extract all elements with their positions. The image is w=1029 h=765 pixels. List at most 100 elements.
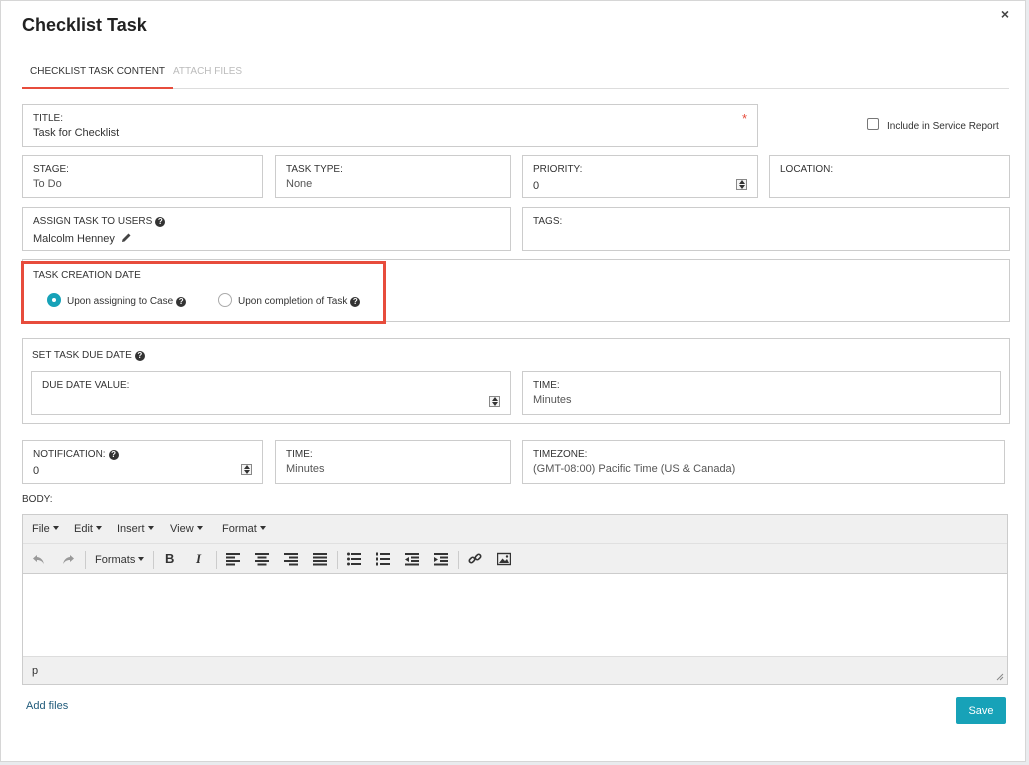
- caret-down-icon: [259, 526, 266, 530]
- stage-field[interactable]: STAGE: To Do: [22, 155, 263, 198]
- caret-down-icon: [138, 557, 145, 561]
- menu-insert-label: Insert: [117, 523, 145, 535]
- include-service-report-checkbox[interactable]: [867, 118, 879, 130]
- priority-field[interactable]: PRIORITY: 0: [522, 155, 758, 198]
- priority-value: 0: [533, 180, 540, 192]
- editor-statusbar: p: [23, 656, 1007, 684]
- link-icon[interactable]: [468, 552, 482, 566]
- caret-down-icon: [147, 526, 154, 530]
- highlight-box: [21, 261, 386, 324]
- location-label: LOCATION:: [780, 164, 834, 175]
- toolbar-separator: [153, 551, 154, 569]
- element-path: p: [32, 665, 39, 677]
- caret-down-icon: [52, 526, 59, 530]
- menu-file[interactable]: File: [32, 523, 59, 535]
- tags-field[interactable]: TAGS:: [522, 207, 1010, 251]
- help-icon[interactable]: ?: [134, 351, 145, 361]
- stage-value: To Do: [33, 178, 62, 190]
- location-field[interactable]: LOCATION:: [769, 155, 1010, 198]
- task-type-label: TASK TYPE:: [286, 164, 343, 175]
- task-type-value: None: [286, 178, 313, 190]
- body-label: BODY:: [22, 494, 53, 505]
- help-icon[interactable]: ?: [108, 450, 119, 460]
- stage-label: STAGE:: [33, 164, 69, 175]
- align-left-icon[interactable]: [226, 552, 240, 566]
- indent-icon[interactable]: [434, 552, 448, 566]
- notification-time-field[interactable]: TIME: Minutes: [275, 440, 511, 484]
- menu-insert[interactable]: Insert: [117, 523, 154, 535]
- caret-down-icon: [95, 526, 102, 530]
- bold-button[interactable]: B: [165, 551, 174, 567]
- assign-users-label: ASSIGN TASK TO USERS: [33, 216, 153, 227]
- redo-icon[interactable]: [61, 552, 75, 566]
- checklist-task-dialog: Checklist Task × CHECKLIST TASK CONTENT …: [0, 0, 1026, 762]
- menu-edit-label: Edit: [74, 523, 93, 535]
- align-center-icon[interactable]: [255, 552, 269, 566]
- undo-icon[interactable]: [32, 552, 46, 566]
- notification-label-wrap: NOTIFICATION:?: [33, 449, 119, 460]
- bullet-list-icon[interactable]: [347, 552, 361, 566]
- timezone-field[interactable]: TIMEZONE: (GMT-08:00) Pacific Time (US &…: [522, 440, 1005, 484]
- editor-content-area[interactable]: [23, 574, 1007, 656]
- notification-label: NOTIFICATION:: [33, 449, 106, 460]
- menu-format[interactable]: Format: [222, 523, 266, 535]
- priority-stepper[interactable]: [736, 179, 747, 190]
- close-icon[interactable]: ×: [1001, 6, 1009, 22]
- due-date-value-label: DUE DATE VALUE:: [42, 380, 130, 391]
- timezone-label: TIMEZONE:: [533, 449, 588, 460]
- align-justify-icon[interactable]: [313, 552, 327, 566]
- title-field[interactable]: TITLE: Task for Checklist *: [22, 104, 758, 147]
- save-button[interactable]: Save: [956, 697, 1006, 724]
- assign-users-field[interactable]: ASSIGN TASK TO USERS? Malcolm Henney: [22, 207, 511, 251]
- tab-bar: CHECKLIST TASK CONTENT ATTACH FILES: [22, 61, 1009, 89]
- dialog-title: Checklist Task: [22, 15, 147, 35]
- title-label: TITLE:: [33, 113, 64, 124]
- assign-users-value-wrap: Malcolm Henney: [33, 232, 132, 245]
- title-value: Task for Checklist: [33, 127, 120, 139]
- caret-down-icon: [196, 526, 203, 530]
- notification-time-label: TIME:: [286, 449, 313, 460]
- menu-view-label: View: [170, 523, 194, 535]
- menu-file-label: File: [32, 523, 50, 535]
- image-icon[interactable]: [497, 552, 511, 566]
- menu-edit[interactable]: Edit: [74, 523, 102, 535]
- due-time-field[interactable]: TIME: Minutes: [522, 371, 1001, 415]
- add-files-link[interactable]: Add files: [26, 700, 68, 712]
- due-date-stepper[interactable]: [489, 396, 500, 407]
- toolbar-separator: [216, 551, 217, 569]
- menu-view[interactable]: View: [170, 523, 203, 535]
- required-marker: *: [741, 111, 747, 126]
- timezone-value: (GMT-08:00) Pacific Time (US & Canada): [533, 463, 736, 475]
- formats-label: Formats: [95, 554, 136, 566]
- assign-users-value: Malcolm Henney: [33, 233, 115, 245]
- toolbar-separator: [458, 551, 459, 569]
- help-icon[interactable]: ?: [155, 217, 166, 227]
- tab-attach-files[interactable]: ATTACH FILES: [165, 61, 250, 89]
- resize-handle-icon[interactable]: [996, 673, 1004, 681]
- notification-field[interactable]: NOTIFICATION:? 0: [22, 440, 263, 484]
- tags-label: TAGS:: [533, 216, 563, 227]
- toolbar-separator: [337, 551, 338, 569]
- rich-text-editor: File Edit Insert View Format Formats B I: [22, 514, 1008, 685]
- notification-stepper[interactable]: [241, 464, 252, 475]
- pencil-icon[interactable]: [121, 232, 132, 243]
- priority-label: PRIORITY:: [533, 164, 583, 175]
- due-time-value: Minutes: [533, 394, 572, 406]
- due-time-label: TIME:: [533, 380, 560, 391]
- due-date-label: SET TASK DUE DATE: [32, 350, 132, 361]
- outdent-icon[interactable]: [405, 552, 419, 566]
- toolbar-separator: [85, 551, 86, 569]
- formats-dropdown[interactable]: Formats: [95, 552, 145, 568]
- due-date-value-field[interactable]: DUE DATE VALUE:: [31, 371, 511, 415]
- notification-time-value: Minutes: [286, 463, 325, 475]
- align-right-icon[interactable]: [284, 552, 298, 566]
- task-type-field[interactable]: TASK TYPE: None: [275, 155, 511, 198]
- italic-button[interactable]: I: [196, 551, 201, 567]
- menu-format-label: Format: [222, 523, 257, 535]
- tab-checklist-task-content[interactable]: CHECKLIST TASK CONTENT: [22, 61, 174, 89]
- editor-menubar: File Edit Insert View Format: [23, 515, 1007, 544]
- numbered-list-icon[interactable]: [376, 552, 390, 566]
- include-service-report-label: Include in Service Report: [887, 121, 999, 132]
- assign-users-label-wrap: ASSIGN TASK TO USERS?: [33, 216, 166, 227]
- editor-toolbar: Formats B I: [23, 544, 1007, 574]
